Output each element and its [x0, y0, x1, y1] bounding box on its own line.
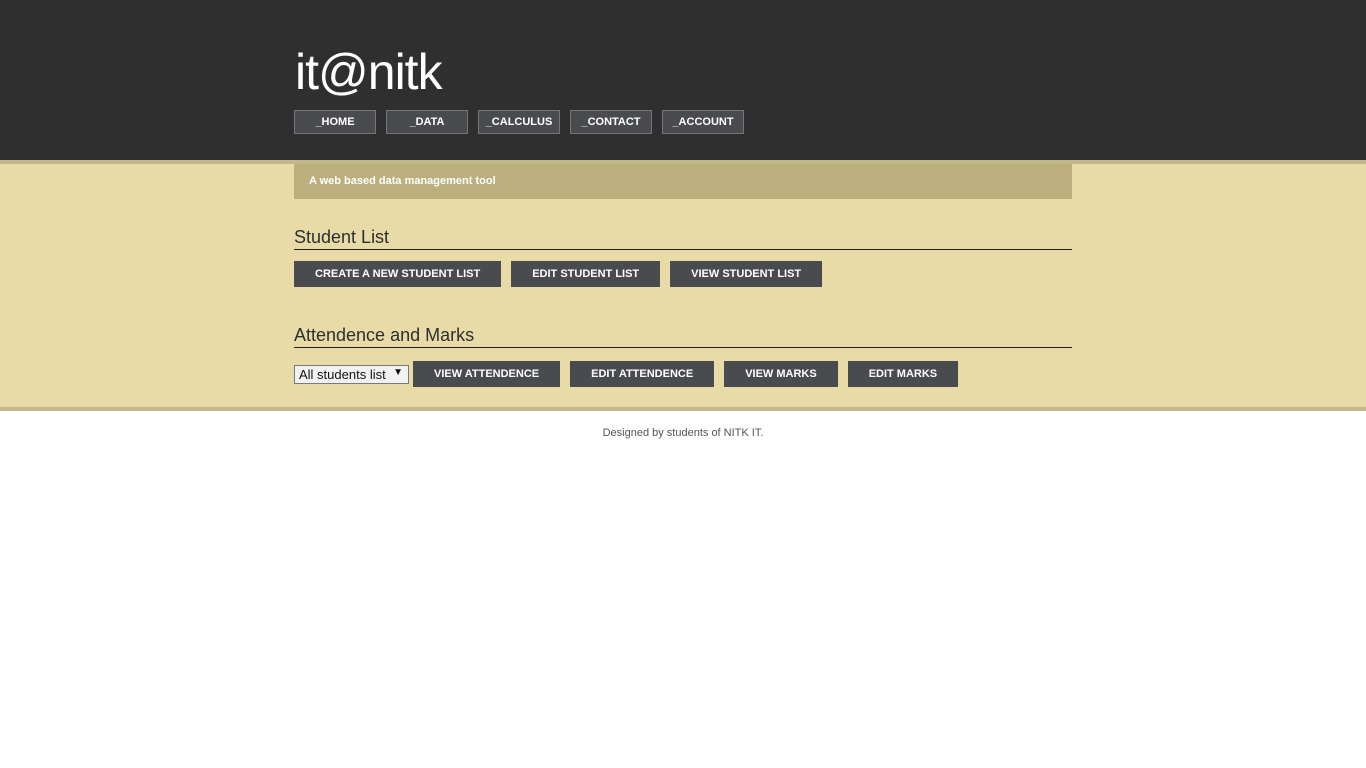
view-marks-button[interactable]: VIEW MARKS	[724, 361, 838, 387]
nav-data[interactable]: _DATA	[386, 110, 468, 134]
edit-attendance-button[interactable]: EDIT ATTENDENCE	[570, 361, 715, 387]
create-student-list-button[interactable]: CREATE A NEW STUDENT LIST	[294, 261, 502, 287]
attendance-marks-heading: Attendence and Marks	[294, 324, 1072, 348]
footer-credit: Designed by students of NITK IT.	[602, 427, 764, 439]
nav-home[interactable]: _HOME	[294, 110, 376, 134]
nav-calculus[interactable]: _CALCULUS	[478, 110, 560, 134]
student-list-heading: Student List	[294, 226, 1072, 250]
view-attendance-button[interactable]: VIEW ATTENDENCE	[413, 361, 561, 387]
tagline: A web based data management tool	[294, 164, 1072, 199]
student-list-actions: CREATE A NEW STUDENT LIST EDIT STUDENT L…	[294, 261, 832, 287]
view-student-list-button[interactable]: VIEW STUDENT LIST	[670, 261, 823, 287]
student-list-select[interactable]: All students list ▼	[294, 364, 409, 384]
nav-contact[interactable]: _CONTACT	[570, 110, 652, 134]
triangle-down-icon: ▼	[393, 366, 403, 378]
site-title: it@nitk	[295, 44, 443, 100]
attendance-marks-actions: All students list ▼ VIEW ATTENDENCE EDIT…	[294, 361, 968, 387]
edit-student-list-button[interactable]: EDIT STUDENT LIST	[511, 261, 661, 287]
edit-marks-button[interactable]: EDIT MARKS	[847, 361, 959, 387]
main-nav: _HOME _DATA _CALCULUS _CONTACT _ACCOUNT	[294, 110, 754, 134]
nav-account[interactable]: _ACCOUNT	[662, 110, 744, 134]
select-value: All students list	[299, 366, 386, 382]
site-header: it@nitk _HOME _DATA _CALCULUS _CONTACT _…	[0, 0, 1366, 160]
